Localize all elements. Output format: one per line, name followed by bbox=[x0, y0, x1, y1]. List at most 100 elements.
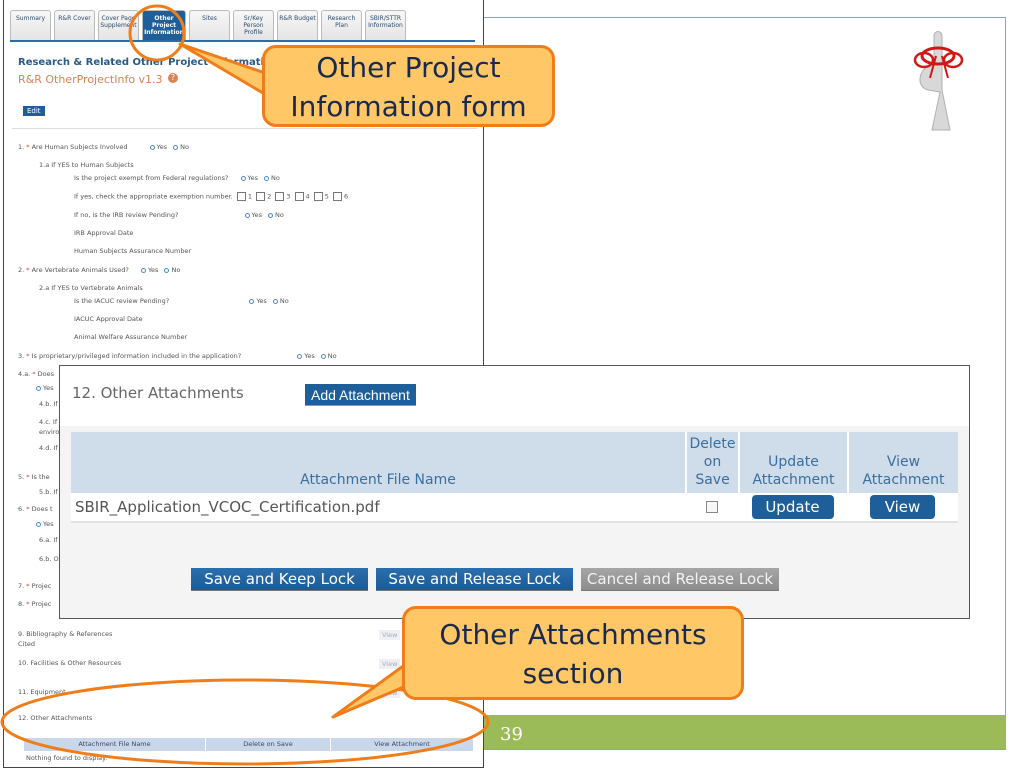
radio-label: No bbox=[180, 143, 189, 151]
radio-label: No bbox=[279, 297, 289, 305]
view-attachment-button[interactable]: View bbox=[870, 495, 935, 519]
update-attachment-button[interactable]: Update bbox=[751, 495, 834, 519]
cancel-and-release-lock-button[interactable]: Cancel and Release Lock bbox=[581, 568, 779, 591]
tab-rr-cover[interactable]: R&R Cover bbox=[54, 10, 95, 40]
radio-label: Yes bbox=[247, 174, 259, 182]
column-header: Delete on Save bbox=[206, 738, 331, 751]
question-2a: 2.a If YES to Vertebrate Animals bbox=[39, 284, 143, 292]
exemption-label: 2 bbox=[267, 192, 272, 201]
exemption-checkbox-2[interactable] bbox=[256, 192, 266, 201]
radio-label: Yes bbox=[156, 143, 168, 151]
tab-sbir-sttr-information[interactable]: SBIR/STTR Information bbox=[365, 10, 406, 40]
q-number: 4.a. bbox=[18, 370, 31, 378]
q-label: Does bbox=[37, 370, 55, 378]
radio-yes[interactable] bbox=[36, 385, 41, 391]
question-8: 8. * Projec bbox=[18, 600, 51, 608]
q-number: 3. bbox=[18, 352, 25, 360]
tab-other-project-information[interactable]: Other Project Information bbox=[142, 10, 186, 40]
column-header-file-name: Attachment File Name bbox=[300, 472, 456, 488]
table-row: SBIR_Application_VCOC_Certification.pdf … bbox=[71, 493, 958, 523]
tab-sr-key-person-profile[interactable]: Sr/Key Person Profile bbox=[233, 10, 274, 40]
radio-no[interactable] bbox=[173, 144, 179, 150]
header-text: View Attachment bbox=[862, 454, 945, 488]
radio-yes[interactable] bbox=[249, 298, 255, 304]
exemption-checkbox-5[interactable] bbox=[313, 192, 323, 201]
column-header: Attachment File Name bbox=[24, 738, 206, 751]
question-7: 7. * Projec bbox=[18, 582, 51, 590]
question-4a-yes: Yes bbox=[36, 384, 54, 392]
required-mark: * bbox=[32, 370, 36, 378]
attachments-title: 12. Other Attachments bbox=[72, 384, 244, 402]
question-11: 11. Equipment bbox=[18, 688, 66, 696]
view-equipment-button[interactable]: View bbox=[379, 688, 401, 698]
tab-cover-page-supplement[interactable]: Cover Page Supplement bbox=[98, 10, 139, 40]
save-and-release-lock-button[interactable]: Save and Release Lock bbox=[376, 568, 573, 591]
required-mark: * bbox=[26, 266, 30, 274]
header-text: Delete on Save bbox=[689, 436, 736, 488]
callout-line: Other Attachments bbox=[439, 618, 707, 651]
exemption-checkbox-1[interactable] bbox=[236, 192, 246, 201]
save-and-keep-lock-button[interactable]: Save and Keep Lock bbox=[191, 568, 368, 591]
question-1a: 1.a If YES to Human Subjects bbox=[39, 161, 134, 169]
radio-no[interactable] bbox=[320, 353, 326, 359]
radio-yes[interactable] bbox=[140, 267, 146, 273]
radio-yes[interactable] bbox=[36, 521, 41, 527]
radio-no[interactable] bbox=[272, 298, 278, 304]
slide-number: 39 bbox=[500, 724, 523, 745]
q-number: 5. bbox=[18, 473, 25, 481]
question-9: 9. Bibliography & References bbox=[18, 630, 113, 638]
other-attachments-mini-table: Attachment File Name Delete on Save View… bbox=[24, 738, 474, 751]
view-bibliography-button[interactable]: View bbox=[379, 630, 401, 640]
exemption-checkbox-3[interactable] bbox=[275, 192, 285, 201]
attachments-table: Attachment File Name Delete on Save Upda… bbox=[71, 432, 958, 523]
question-5b: 5.b. If bbox=[39, 488, 58, 496]
callout-other-project-info: Other Project Information form bbox=[262, 45, 555, 127]
view-facilities-button[interactable]: View bbox=[379, 659, 401, 669]
radio-label: No bbox=[327, 352, 337, 360]
radio-no[interactable] bbox=[268, 212, 274, 218]
question-9-cont: Cited bbox=[18, 640, 36, 648]
tab-research-plan[interactable]: Research Plan bbox=[321, 10, 362, 40]
radio-label: No bbox=[271, 174, 280, 182]
exemption-label: 5 bbox=[324, 192, 329, 201]
question-4c: 4.c. If bbox=[39, 418, 58, 426]
exemption-checkbox-6[interactable] bbox=[332, 192, 342, 201]
radio-yes[interactable] bbox=[149, 144, 155, 150]
radio-yes[interactable] bbox=[244, 212, 250, 218]
form-title: Research & Related Other Project Informa… bbox=[18, 57, 278, 68]
question-1a-exempt: Is the project exempt from Federal regul… bbox=[74, 174, 280, 182]
q-label: Are Human Subjects Involved bbox=[31, 143, 128, 151]
radio-no[interactable] bbox=[264, 175, 269, 181]
question-6a: 6.a. If bbox=[39, 536, 58, 544]
radio-no[interactable] bbox=[164, 267, 170, 273]
empty-table-message: Nothing found to display. bbox=[26, 754, 108, 762]
edit-button[interactable]: Edit bbox=[23, 106, 45, 116]
header-text: Update Attachment bbox=[752, 454, 835, 488]
form-version: R&R OtherProjectInfo v1.3 bbox=[18, 73, 163, 86]
irb-approval-date-label: IRB Approval Date bbox=[74, 229, 134, 237]
question-2: 2. * Are Vertebrate Animals Used? Yes No bbox=[18, 266, 180, 274]
q-label: Is the IACUC review Pending? bbox=[74, 297, 170, 305]
required-mark: * bbox=[26, 582, 30, 590]
column-header: View Attachment bbox=[331, 738, 474, 751]
radio-label: Yes bbox=[43, 384, 54, 392]
question-4b: 4.b. If bbox=[39, 400, 58, 408]
tab-rr-budget[interactable]: R&R Budget bbox=[277, 10, 318, 40]
exemption-checkbox-4[interactable] bbox=[294, 192, 304, 201]
radio-yes[interactable] bbox=[297, 353, 303, 359]
human-subjects-assurance-label: Human Subjects Assurance Number bbox=[74, 247, 192, 255]
radio-label: No bbox=[275, 211, 284, 219]
view-cell: View bbox=[847, 493, 958, 521]
delete-on-save-checkbox[interactable] bbox=[705, 501, 718, 513]
required-mark: * bbox=[26, 600, 30, 608]
column-header-update-attachment: Update Attachment bbox=[738, 432, 847, 493]
tab-summary[interactable]: Summary bbox=[10, 10, 51, 40]
add-attachment-button[interactable]: Add Attachment bbox=[305, 384, 416, 406]
tab-sites[interactable]: Sites bbox=[189, 10, 230, 40]
exemption-label: 1 bbox=[247, 192, 252, 201]
slide-footer-bar bbox=[484, 715, 1006, 749]
help-icon[interactable]: ? bbox=[168, 73, 179, 83]
radio-yes[interactable] bbox=[240, 175, 246, 181]
column-header-view-attachment: View Attachment bbox=[847, 432, 958, 493]
iacuc-approval-date-label: IACUC Approval Date bbox=[74, 315, 143, 323]
